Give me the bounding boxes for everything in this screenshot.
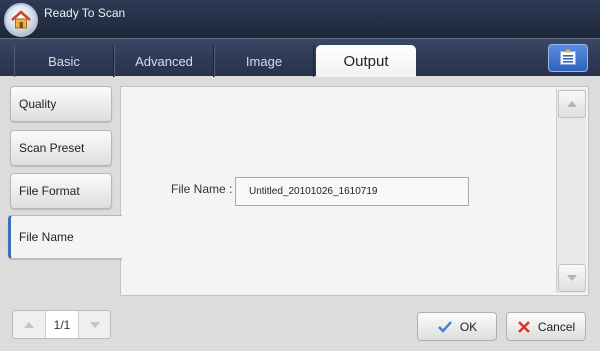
page-indicator: 1/1 [45,311,79,338]
scrollbar[interactable] [556,89,586,293]
sidebar-item-file-format[interactable]: File Format [10,173,112,209]
chevron-down-icon [567,275,577,281]
ok-label: OK [459,319,478,334]
page-down-button[interactable] [79,311,111,338]
tab-output[interactable]: Output [316,45,416,77]
home-button[interactable] [4,3,38,37]
content-panel: File Name : Untitled_20101026_1610719 [120,86,589,296]
file-name-input[interactable]: Untitled_20101026_1610719 [235,177,469,206]
tab-basic[interactable]: Basic [14,45,114,77]
sidebar-item-file-name[interactable]: File Name [8,215,122,259]
chevron-down-icon [90,321,100,328]
page-title: Ready To Scan [44,6,126,20]
page-up-button[interactable] [13,311,45,338]
top-bar: Ready To Scan [0,0,600,38]
tab-image[interactable]: Image [214,45,314,77]
scroll-up-button[interactable] [558,90,586,118]
ok-button[interactable]: OK [417,312,497,341]
cancel-button[interactable]: Cancel [506,312,586,341]
tab-bar: Basic Advanced Image Output [0,38,600,77]
chevron-up-icon [567,101,577,107]
sidebar-item-scan-preset[interactable]: Scan Preset [10,130,112,166]
home-icon [11,10,31,29]
close-icon [517,320,530,333]
list-menu-icon [560,49,576,65]
check-icon [437,320,452,333]
tab-advanced[interactable]: Advanced [114,45,214,77]
file-name-label: File Name : [171,182,233,196]
scroll-down-button[interactable] [558,264,586,292]
chevron-up-icon [24,321,34,328]
pager: 1/1 [12,310,111,339]
menu-button[interactable] [548,44,588,72]
sidebar-item-quality[interactable]: Quality [10,86,112,122]
cancel-label: Cancel [537,319,576,334]
